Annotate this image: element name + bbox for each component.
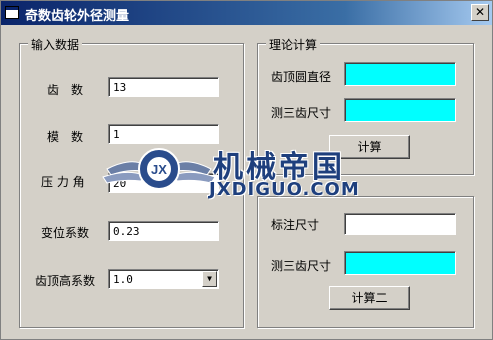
app-window: 奇数齿轮外径测量 ✕ 输入数据 齿 数 13 模 数 1 压 力 角 20 变位… [0, 0, 493, 340]
three-teeth-measure-output [344, 251, 456, 275]
pressure-angle-input[interactable]: 20 [108, 173, 219, 193]
calculate-two-button[interactable]: 计算二 [329, 286, 410, 310]
module-input[interactable]: 1 [108, 124, 219, 144]
three-teeth-measure-label: 测三齿尺寸 [271, 259, 332, 273]
window-icon [5, 6, 19, 19]
addendum-coeff-label: 齿顶高系数 [35, 274, 96, 288]
window-title: 奇数齿轮外径测量 [25, 9, 130, 24]
theory-calc-group-title: 理论计算 [266, 36, 321, 53]
three-teeth-theory-output [344, 98, 456, 122]
module-label: 模 数 [47, 130, 84, 144]
three-teeth-theory-label: 测三齿尺寸 [271, 106, 332, 120]
close-button[interactable]: ✕ [471, 4, 489, 21]
title-bar[interactable]: 奇数齿轮外径测量 ✕ [1, 1, 492, 25]
calculate-button[interactable]: 计算 [329, 135, 410, 159]
input-data-group-title: 输入数据 [28, 36, 83, 53]
tip-diameter-label: 齿顶圆直径 [271, 70, 332, 84]
pressure-angle-label: 压 力 角 [41, 175, 85, 189]
shift-coeff-label: 变位系数 [41, 226, 90, 240]
close-icon: ✕ [474, 5, 486, 19]
marked-size-label: 标注尺寸 [271, 218, 320, 232]
addendum-coeff-select[interactable]: 1.0 ▼ [108, 269, 219, 289]
marked-size-input[interactable] [344, 213, 456, 235]
tip-diameter-output [344, 62, 456, 86]
shift-coeff-input[interactable]: 0.23 [108, 221, 219, 241]
addendum-coeff-value: 1.0 [113, 273, 133, 286]
teeth-input[interactable]: 13 [108, 77, 219, 97]
chevron-down-icon[interactable]: ▼ [202, 271, 217, 287]
teeth-label: 齿 数 [47, 83, 84, 97]
